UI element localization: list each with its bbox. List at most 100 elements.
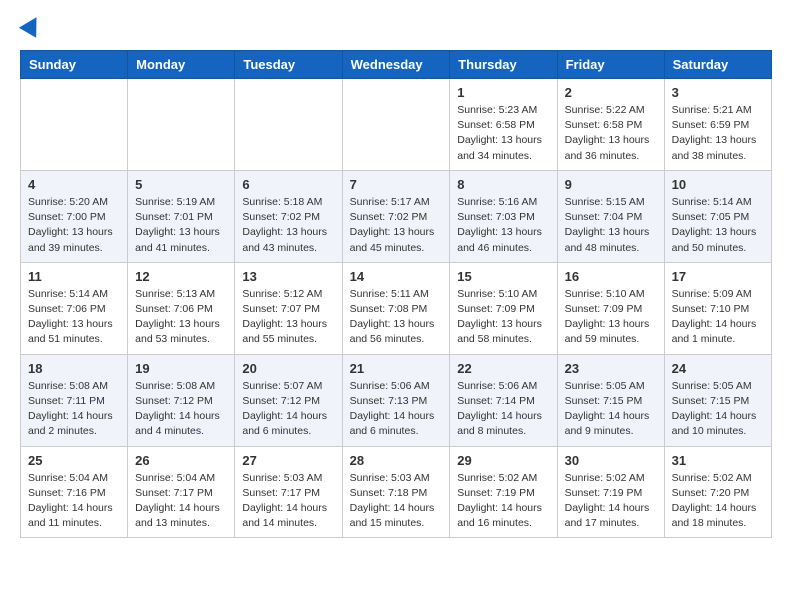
cell-content: Sunrise: 5:11 AM Sunset: 7:08 PM Dayligh… [350,287,443,348]
cell-content: Sunrise: 5:09 AM Sunset: 7:10 PM Dayligh… [672,287,764,348]
calendar-cell [235,79,342,171]
day-number: 25 [28,453,120,468]
calendar-cell: 14 Sunrise: 5:11 AM Sunset: 7:08 PM Dayli… [342,262,450,354]
calendar-cell [342,79,450,171]
calendar-cell: 17 Sunrise: 5:09 AM Sunset: 7:10 PM Dayli… [664,262,771,354]
cell-content: Sunrise: 5:14 AM Sunset: 7:06 PM Dayligh… [28,287,120,348]
cell-content: Sunrise: 5:03 AM Sunset: 7:18 PM Dayligh… [350,471,443,532]
calendar-cell: 6 Sunrise: 5:18 AM Sunset: 7:02 PM Daylig… [235,170,342,262]
cell-content: Sunrise: 5:07 AM Sunset: 7:12 PM Dayligh… [242,379,334,440]
calendar-week-row: 25 Sunrise: 5:04 AM Sunset: 7:16 PM Dayli… [21,446,772,538]
calendar-cell: 28 Sunrise: 5:03 AM Sunset: 7:18 PM Dayli… [342,446,450,538]
header [20,16,772,36]
calendar-cell: 25 Sunrise: 5:04 AM Sunset: 7:16 PM Dayli… [21,446,128,538]
calendar-day-header: Sunday [21,51,128,79]
calendar-cell: 1 Sunrise: 5:23 AM Sunset: 6:58 PM Daylig… [450,79,557,171]
cell-content: Sunrise: 5:06 AM Sunset: 7:14 PM Dayligh… [457,379,549,440]
calendar-cell: 27 Sunrise: 5:03 AM Sunset: 7:17 PM Dayli… [235,446,342,538]
cell-content: Sunrise: 5:10 AM Sunset: 7:09 PM Dayligh… [457,287,549,348]
day-number: 13 [242,269,334,284]
cell-content: Sunrise: 5:23 AM Sunset: 6:58 PM Dayligh… [457,103,549,164]
cell-content: Sunrise: 5:18 AM Sunset: 7:02 PM Dayligh… [242,195,334,256]
calendar-header-row: SundayMondayTuesdayWednesdayThursdayFrid… [21,51,772,79]
day-number: 19 [135,361,227,376]
calendar-cell: 20Sunrise: 5:07 AM Sunset: 7:12 PM Dayli… [235,354,342,446]
calendar-cell: 11 Sunrise: 5:14 AM Sunset: 7:06 PM Dayli… [21,262,128,354]
calendar-day-header: Thursday [450,51,557,79]
cell-content: Sunrise: 5:22 AM Sunset: 6:58 PM Dayligh… [565,103,657,164]
calendar-cell: 19Sunrise: 5:08 AM Sunset: 7:12 PM Dayli… [128,354,235,446]
calendar-cell: 26 Sunrise: 5:04 AM Sunset: 7:17 PM Dayli… [128,446,235,538]
calendar-cell: 18 Sunrise: 5:08 AM Sunset: 7:11 PM Dayli… [21,354,128,446]
cell-content: Sunrise: 5:19 AM Sunset: 7:01 PM Dayligh… [135,195,227,256]
cell-content: Sunrise: 5:06 AM Sunset: 7:13 PM Dayligh… [350,379,443,440]
calendar-cell: 13 Sunrise: 5:12 AM Sunset: 7:07 PM Dayli… [235,262,342,354]
calendar-week-row: 4 Sunrise: 5:20 AM Sunset: 7:00 PM Daylig… [21,170,772,262]
day-number: 18 [28,361,120,376]
cell-content: Sunrise: 5:17 AM Sunset: 7:02 PM Dayligh… [350,195,443,256]
calendar-cell: 30Sunrise: 5:02 AM Sunset: 7:19 PM Dayli… [557,446,664,538]
calendar-cell: 3 Sunrise: 5:21 AM Sunset: 6:59 PM Daylig… [664,79,771,171]
day-number: 14 [350,269,443,284]
day-number: 29 [457,453,549,468]
calendar-cell: 15 Sunrise: 5:10 AM Sunset: 7:09 PM Dayli… [450,262,557,354]
cell-content: Sunrise: 5:02 AM Sunset: 7:20 PM Dayligh… [672,471,764,532]
cell-content: Sunrise: 5:20 AM Sunset: 7:00 PM Dayligh… [28,195,120,256]
day-number: 22 [457,361,549,376]
calendar-day-header: Saturday [664,51,771,79]
cell-content: Sunrise: 5:13 AM Sunset: 7:06 PM Dayligh… [135,287,227,348]
day-number: 9 [565,177,657,192]
cell-content: Sunrise: 5:05 AM Sunset: 7:15 PM Dayligh… [672,379,764,440]
calendar-week-row: 18 Sunrise: 5:08 AM Sunset: 7:11 PM Dayli… [21,354,772,446]
day-number: 3 [672,85,764,100]
cell-content: Sunrise: 5:16 AM Sunset: 7:03 PM Dayligh… [457,195,549,256]
calendar-cell: 7 Sunrise: 5:17 AM Sunset: 7:02 PM Daylig… [342,170,450,262]
calendar-cell: 10Sunrise: 5:14 AM Sunset: 7:05 PM Dayli… [664,170,771,262]
cell-content: Sunrise: 5:03 AM Sunset: 7:17 PM Dayligh… [242,471,334,532]
calendar-cell: 21Sunrise: 5:06 AM Sunset: 7:13 PM Dayli… [342,354,450,446]
day-number: 30 [565,453,657,468]
day-number: 2 [565,85,657,100]
cell-content: Sunrise: 5:04 AM Sunset: 7:16 PM Dayligh… [28,471,120,532]
day-number: 7 [350,177,443,192]
cell-content: Sunrise: 5:12 AM Sunset: 7:07 PM Dayligh… [242,287,334,348]
calendar-cell: 8 Sunrise: 5:16 AM Sunset: 7:03 PM Daylig… [450,170,557,262]
day-number: 28 [350,453,443,468]
day-number: 1 [457,85,549,100]
calendar-day-header: Friday [557,51,664,79]
day-number: 6 [242,177,334,192]
calendar-cell: 2 Sunrise: 5:22 AM Sunset: 6:58 PM Daylig… [557,79,664,171]
day-number: 17 [672,269,764,284]
day-number: 11 [28,269,120,284]
logo [20,16,42,36]
calendar-table: SundayMondayTuesdayWednesdayThursdayFrid… [20,50,772,538]
cell-content: Sunrise: 5:04 AM Sunset: 7:17 PM Dayligh… [135,471,227,532]
day-number: 4 [28,177,120,192]
logo-triangle-icon [19,12,45,38]
calendar-cell [21,79,128,171]
cell-content: Sunrise: 5:10 AM Sunset: 7:09 PM Dayligh… [565,287,657,348]
day-number: 24 [672,361,764,376]
calendar-cell: 9 Sunrise: 5:15 AM Sunset: 7:04 PM Daylig… [557,170,664,262]
day-number: 12 [135,269,227,284]
day-number: 10 [672,177,764,192]
day-number: 26 [135,453,227,468]
day-number: 15 [457,269,549,284]
calendar-cell: 16 Sunrise: 5:10 AM Sunset: 7:09 PM Dayli… [557,262,664,354]
calendar-cell: 22 Sunrise: 5:06 AM Sunset: 7:14 PM Dayli… [450,354,557,446]
cell-content: Sunrise: 5:15 AM Sunset: 7:04 PM Dayligh… [565,195,657,256]
calendar-cell: 5Sunrise: 5:19 AM Sunset: 7:01 PM Daylig… [128,170,235,262]
calendar-cell: 29Sunrise: 5:02 AM Sunset: 7:19 PM Dayli… [450,446,557,538]
day-number: 23 [565,361,657,376]
day-number: 8 [457,177,549,192]
calendar-week-row: 11 Sunrise: 5:14 AM Sunset: 7:06 PM Dayli… [21,262,772,354]
day-number: 16 [565,269,657,284]
calendar-cell: 12 Sunrise: 5:13 AM Sunset: 7:06 PM Dayli… [128,262,235,354]
cell-content: Sunrise: 5:21 AM Sunset: 6:59 PM Dayligh… [672,103,764,164]
cell-content: Sunrise: 5:08 AM Sunset: 7:11 PM Dayligh… [28,379,120,440]
day-number: 27 [242,453,334,468]
calendar-cell [128,79,235,171]
page: SundayMondayTuesdayWednesdayThursdayFrid… [0,0,792,558]
calendar-cell: 31Sunrise: 5:02 AM Sunset: 7:20 PM Dayli… [664,446,771,538]
calendar-cell: 24 Sunrise: 5:05 AM Sunset: 7:15 PM Dayli… [664,354,771,446]
